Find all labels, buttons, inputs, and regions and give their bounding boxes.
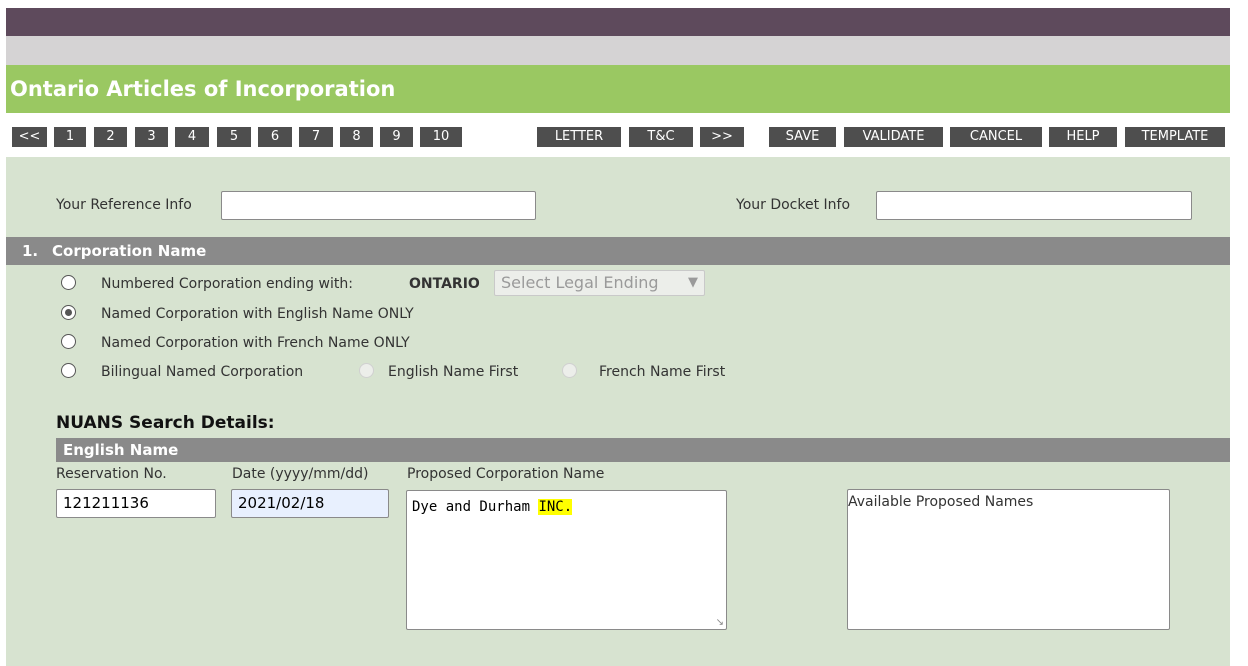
nav-step-9-button[interactable]: 9	[380, 127, 413, 147]
top-banner	[0, 0, 1248, 36]
nav-step-10-button[interactable]: 10	[420, 127, 462, 147]
french-name-first-label: French Name First	[599, 364, 726, 380]
page-header: Ontario Articles of Incorporation	[6, 65, 1230, 113]
reservation-number-input[interactable]: 121211136	[56, 489, 216, 518]
chevron-down-icon: ▼	[688, 275, 698, 290]
nav-letter-button[interactable]: LETTER	[537, 127, 621, 147]
available-names-list[interactable]: Available Proposed Names	[847, 489, 1170, 630]
radio-named-french-only[interactable]	[61, 334, 76, 349]
section-number: 1.	[22, 242, 39, 260]
docket-info-input[interactable]	[876, 191, 1192, 220]
nav-step-6-button[interactable]: 6	[258, 127, 292, 147]
nav-step-3-button[interactable]: 3	[135, 127, 168, 147]
option-french-only-label: Named Corporation with French Name ONLY	[101, 335, 410, 351]
legal-ending-placeholder: Select Legal Ending	[501, 273, 659, 292]
nav-step-2-button[interactable]: 2	[94, 127, 127, 147]
legal-ending-highlight: INC.	[538, 499, 573, 515]
nav-step-5-button[interactable]: 5	[217, 127, 251, 147]
nav-step-4-button[interactable]: 4	[175, 127, 209, 147]
radio-named-english-only[interactable]	[61, 305, 76, 320]
nav-step-8-button[interactable]: 8	[340, 127, 373, 147]
form-navigation: << 1 2 3 4 5 6 7 8 9 10 LETTER T&C >> SA…	[6, 113, 1230, 157]
nav-next-button[interactable]: >>	[700, 127, 744, 147]
radio-bilingual-named[interactable]	[61, 363, 76, 378]
help-button[interactable]: HELP	[1049, 127, 1117, 147]
reference-info-input[interactable]	[221, 191, 536, 220]
cancel-button[interactable]: CANCEL	[950, 127, 1042, 147]
ontario-label: ONTARIO	[409, 276, 480, 292]
option-english-only-label: Named Corporation with English Name ONLY	[101, 306, 414, 322]
legal-ending-select[interactable]: Select Legal Ending ▼	[494, 270, 705, 296]
proposed-name-textarea[interactable]: Dye and Durham INC. ↘	[406, 490, 727, 630]
nav-terms-button[interactable]: T&C	[629, 127, 693, 147]
template-button[interactable]: TEMPLATE	[1125, 127, 1225, 147]
reservation-number-label: Reservation No.	[56, 466, 167, 482]
section-title: Corporation Name	[52, 242, 207, 260]
english-name-subheader: English Name	[56, 438, 1230, 462]
date-input[interactable]: 2021/02/18	[231, 489, 389, 518]
proposed-name-label: Proposed Corporation Name	[407, 466, 605, 482]
available-names-label: Available Proposed Names	[848, 494, 1034, 510]
option-bilingual-label: Bilingual Named Corporation	[101, 364, 304, 380]
nav-step-7-button[interactable]: 7	[299, 127, 333, 147]
docket-info-label: Your Docket Info	[736, 197, 851, 213]
date-label: Date (yyyy/mm/dd)	[232, 466, 369, 482]
radio-english-name-first[interactable]	[359, 363, 374, 378]
resize-handle-icon[interactable]: ↘	[716, 617, 724, 628]
top-banner-gap	[200, 0, 1040, 8]
radio-numbered-corporation[interactable]	[61, 275, 76, 290]
save-button[interactable]: SAVE	[769, 127, 836, 147]
nuans-section-title: NUANS Search Details:	[56, 413, 275, 433]
validate-button[interactable]: VALIDATE	[844, 127, 943, 147]
gray-spacer-bar	[6, 36, 1230, 65]
reference-info-label: Your Reference Info	[56, 197, 192, 213]
top-banner-strip	[6, 8, 1230, 36]
proposed-name-text: Dye and Durham	[412, 499, 531, 515]
nav-prev-button[interactable]: <<	[12, 127, 47, 147]
section-corporation-name-header: 1. Corporation Name	[6, 237, 1230, 265]
option-numbered-label: Numbered Corporation ending with:	[101, 276, 353, 292]
radio-french-name-first[interactable]	[562, 363, 577, 378]
proposed-name-content: Dye and Durham INC.	[412, 499, 573, 515]
english-name-first-label: English Name First	[388, 364, 519, 380]
nav-step-1-button[interactable]: 1	[54, 127, 86, 147]
page-title: Ontario Articles of Incorporation	[10, 77, 396, 101]
